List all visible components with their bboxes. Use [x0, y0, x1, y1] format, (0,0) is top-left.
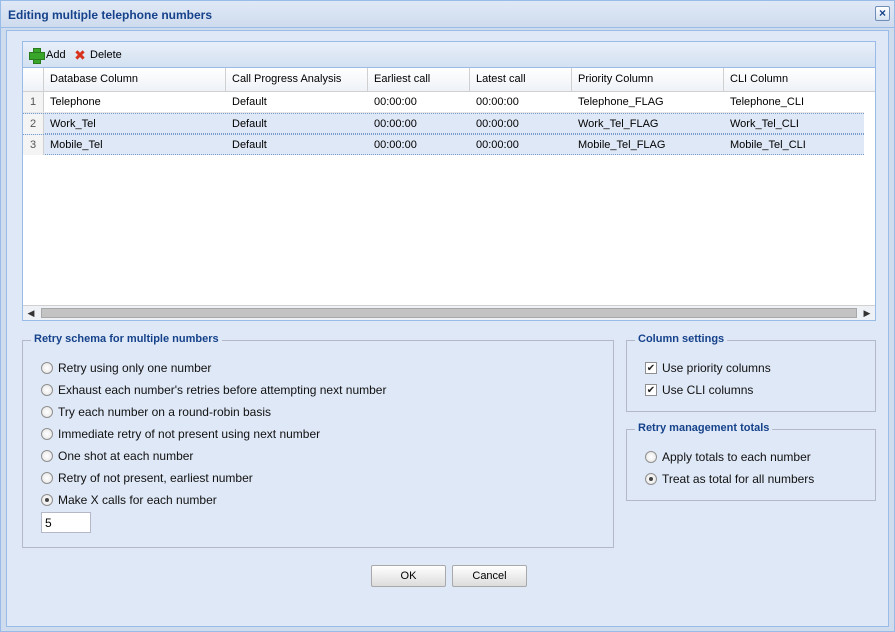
cell-cli-column[interactable]: Telephone_CLI — [724, 92, 864, 112]
header-latest-call[interactable]: Latest call — [470, 68, 572, 91]
column-settings-legend: Column settings — [635, 333, 728, 345]
horizontal-scrollbar[interactable]: ◀ ▶ — [23, 305, 875, 320]
radio-label: Treat as total for all numbers — [662, 472, 815, 486]
header-cli-column[interactable]: CLI Column — [724, 68, 875, 91]
grid-header: Database Column Call Progress Analysis E… — [23, 68, 875, 92]
row-number: 1 — [23, 92, 44, 112]
checkbox-label: Use priority columns — [662, 361, 771, 375]
radio-retry-one-number[interactable]: Retry using only one number — [41, 360, 211, 376]
scroll-right-icon[interactable]: ▶ — [859, 306, 875, 320]
dialog-body: Add ✖ Delete Database Column Call Progre… — [6, 30, 889, 627]
retry-schema-fieldset: Retry schema for multiple numbers Retry … — [22, 333, 614, 548]
radio-icon[interactable] — [41, 362, 53, 374]
ok-button[interactable]: OK — [371, 565, 446, 587]
add-icon — [29, 48, 45, 64]
radio-label: One shot at each number — [58, 449, 194, 463]
scrollbar-thumb[interactable] — [41, 308, 857, 318]
radio-one-shot[interactable]: One shot at each number — [41, 448, 193, 464]
checkbox-label: Use CLI columns — [662, 383, 754, 397]
dialog-title: Editing multiple telephone numbers — [8, 8, 213, 22]
x-calls-input[interactable] — [41, 512, 91, 533]
cell-latest-call[interactable]: 00:00:00 — [470, 114, 572, 134]
cell-priority-column[interactable]: Telephone_FLAG — [572, 92, 724, 112]
close-icon: × — [878, 6, 886, 20]
delete-label: Delete — [90, 49, 122, 61]
radio-icon[interactable] — [41, 406, 53, 418]
cell-database-column[interactable]: Mobile_Tel — [44, 135, 226, 155]
table-row[interactable]: 2 Work_Tel Default 00:00:00 00:00:00 Wor… — [23, 113, 864, 134]
cell-latest-call[interactable]: 00:00:00 — [470, 92, 572, 112]
radio-label: Make X calls for each number — [58, 493, 217, 507]
radio-make-x-calls[interactable]: Make X calls for each number — [41, 492, 217, 508]
cell-database-column[interactable]: Work_Tel — [44, 114, 226, 134]
grid-toolbar: Add ✖ Delete — [23, 42, 875, 68]
radio-icon[interactable] — [41, 472, 53, 484]
header-database-column[interactable]: Database Column — [44, 68, 226, 91]
radio-label: Try each number on a round-robin basis — [58, 405, 271, 419]
cell-call-progress[interactable]: Default — [226, 92, 368, 112]
telephone-grid: Add ✖ Delete Database Column Call Progre… — [22, 41, 876, 321]
checkbox-use-cli[interactable]: ✔ Use CLI columns — [645, 382, 753, 398]
cell-latest-call[interactable]: 00:00:00 — [470, 135, 572, 155]
title-bar: Editing multiple telephone numbers × — [1, 1, 894, 28]
add-button[interactable]: Add — [29, 47, 66, 64]
radio-apply-each[interactable]: Apply totals to each number — [645, 449, 811, 465]
add-label: Add — [46, 49, 66, 61]
cell-cli-column[interactable]: Mobile_Tel_CLI — [724, 135, 864, 155]
header-priority-column[interactable]: Priority Column — [572, 68, 724, 91]
retry-schema-legend: Retry schema for multiple numbers — [31, 333, 222, 345]
header-earliest-call[interactable]: Earliest call — [368, 68, 470, 91]
scroll-left-icon[interactable]: ◀ — [23, 306, 39, 320]
cell-database-column[interactable]: Telephone — [44, 92, 226, 112]
cancel-button[interactable]: Cancel — [452, 565, 527, 587]
radio-retry-earliest[interactable]: Retry of not present, earliest number — [41, 470, 253, 486]
cell-earliest-call[interactable]: 00:00:00 — [368, 114, 470, 134]
radio-label: Exhaust each number's retries before att… — [58, 383, 387, 397]
delete-icon: ✖ — [74, 47, 86, 63]
cell-earliest-call[interactable]: 00:00:00 — [368, 92, 470, 112]
check-icon[interactable]: ✔ — [645, 384, 657, 396]
radio-icon[interactable] — [41, 450, 53, 462]
checkbox-use-priority[interactable]: ✔ Use priority columns — [645, 360, 771, 376]
table-row[interactable]: 3 Mobile_Tel Default 00:00:00 00:00:00 M… — [23, 134, 864, 155]
radio-label: Retry of not present, earliest number — [58, 471, 253, 485]
column-settings-fieldset: Column settings ✔ Use priority columns ✔… — [626, 333, 876, 412]
retry-totals-fieldset: Retry management totals Apply totals to … — [626, 422, 876, 501]
cell-priority-column[interactable]: Work_Tel_FLAG — [572, 114, 724, 134]
radio-label: Retry using only one number — [58, 361, 212, 375]
radio-label: Apply totals to each number — [662, 450, 811, 464]
header-rownum — [23, 68, 44, 91]
radio-selected-icon[interactable] — [645, 473, 657, 485]
radio-immediate-retry[interactable]: Immediate retry of not present using nex… — [41, 426, 320, 442]
radio-label: Immediate retry of not present using nex… — [58, 427, 321, 441]
cell-call-progress[interactable]: Default — [226, 114, 368, 134]
row-number: 2 — [23, 114, 44, 134]
radio-round-robin[interactable]: Try each number on a round-robin basis — [41, 404, 271, 420]
radio-icon[interactable] — [41, 428, 53, 440]
dialog-window: Editing multiple telephone numbers × Add… — [0, 0, 895, 632]
delete-button[interactable]: ✖ Delete — [73, 47, 122, 63]
row-number: 3 — [23, 135, 44, 155]
retry-totals-legend: Retry management totals — [635, 422, 773, 434]
close-button[interactable]: × — [875, 6, 890, 21]
table-row[interactable]: 1 Telephone Default 00:00:00 00:00:00 Te… — [23, 92, 864, 113]
radio-selected-icon[interactable] — [41, 494, 53, 506]
check-icon[interactable]: ✔ — [645, 362, 657, 374]
radio-exhaust-retries[interactable]: Exhaust each number's retries before att… — [41, 382, 386, 398]
header-call-progress[interactable]: Call Progress Analysis — [226, 68, 368, 91]
cell-call-progress[interactable]: Default — [226, 135, 368, 155]
radio-treat-total[interactable]: Treat as total for all numbers — [645, 471, 814, 487]
cell-priority-column[interactable]: Mobile_Tel_FLAG — [572, 135, 724, 155]
cell-cli-column[interactable]: Work_Tel_CLI — [724, 114, 864, 134]
radio-icon[interactable] — [645, 451, 657, 463]
radio-icon[interactable] — [41, 384, 53, 396]
cell-earliest-call[interactable]: 00:00:00 — [368, 135, 470, 155]
